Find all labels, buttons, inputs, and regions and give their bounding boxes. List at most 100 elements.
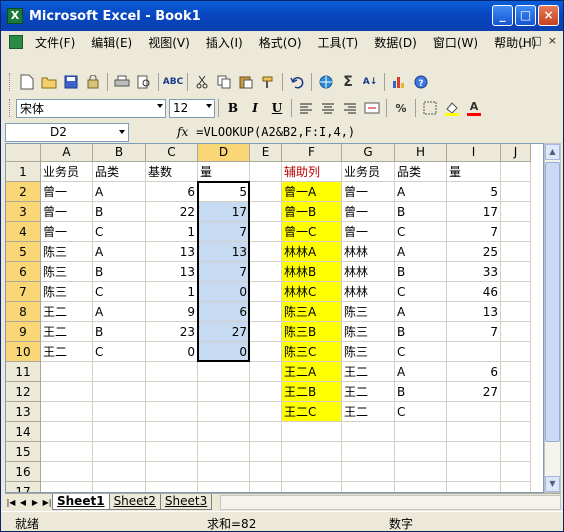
spelling-icon[interactable]: ABC <box>163 72 183 92</box>
cell-f16[interactable] <box>282 462 342 482</box>
menu-window[interactable]: 窗口(W) <box>425 34 486 51</box>
cell-i9[interactable]: 7 <box>447 322 501 342</box>
toolbar-grip[interactable] <box>9 99 12 117</box>
cell-d12[interactable] <box>198 382 250 402</box>
cell-d4[interactable]: 7 <box>198 222 250 242</box>
new-icon[interactable] <box>17 72 37 92</box>
cell-e4[interactable] <box>250 222 282 242</box>
cell-g4[interactable]: 曾一 <box>342 222 395 242</box>
scroll-up-button[interactable]: ▲ <box>545 144 560 160</box>
cell-d10[interactable]: 0 <box>198 342 250 362</box>
italic-button[interactable]: I <box>244 98 266 118</box>
column-header-a[interactable]: A <box>41 144 93 162</box>
cell-j5[interactable] <box>501 242 531 262</box>
row-header-1[interactable]: 1 <box>6 162 41 182</box>
cell-b13[interactable] <box>93 402 146 422</box>
doc-minimize-button[interactable]: _ <box>520 34 526 47</box>
row-header-2[interactable]: 2 <box>6 182 41 202</box>
menu-edit[interactable]: 编辑(E) <box>83 34 140 51</box>
cell-d17[interactable] <box>198 482 250 492</box>
tab-sheet1[interactable]: Sheet1 <box>52 494 110 510</box>
cell-d2[interactable]: 5 <box>198 182 250 202</box>
menu-view[interactable]: 视图(V) <box>140 34 198 51</box>
cell-a8[interactable]: 王二 <box>41 302 93 322</box>
cell-j14[interactable] <box>501 422 531 442</box>
cell-j17[interactable] <box>501 482 531 492</box>
cell-e16[interactable] <box>250 462 282 482</box>
underline-button[interactable]: U <box>266 98 288 118</box>
scroll-down-button[interactable]: ▼ <box>545 476 560 492</box>
cell-h8[interactable]: A <box>395 302 447 322</box>
cell-h1[interactable]: 品类 <box>395 162 447 182</box>
cell-f8[interactable]: 陈三A <box>282 302 342 322</box>
row-header-9[interactable]: 9 <box>6 322 41 342</box>
cell-e10[interactable] <box>250 342 282 362</box>
cell-h2[interactable]: A <box>395 182 447 202</box>
cell-a12[interactable] <box>41 382 93 402</box>
cell-e15[interactable] <box>250 442 282 462</box>
cell-e12[interactable] <box>250 382 282 402</box>
vertical-scrollbar[interactable]: ▲ ▼ <box>544 143 561 493</box>
cell-c1[interactable]: 基数 <box>146 162 198 182</box>
cell-f10[interactable]: 陈三C <box>282 342 342 362</box>
cell-j11[interactable] <box>501 362 531 382</box>
merge-center-icon[interactable] <box>362 98 382 118</box>
cell-i4[interactable]: 7 <box>447 222 501 242</box>
cell-d7[interactable]: 0 <box>198 282 250 302</box>
cell-j9[interactable] <box>501 322 531 342</box>
cell-g9[interactable]: 陈三 <box>342 322 395 342</box>
column-header-i[interactable]: I <box>447 144 501 162</box>
cell-d9[interactable]: 27 <box>198 322 250 342</box>
cell-i5[interactable]: 25 <box>447 242 501 262</box>
cell-j13[interactable] <box>501 402 531 422</box>
cell-d5[interactable]: 13 <box>198 242 250 262</box>
save-icon[interactable] <box>61 72 81 92</box>
help-icon[interactable]: ? <box>411 72 431 92</box>
row-header-17[interactable]: 17 <box>6 482 41 492</box>
column-header-f[interactable]: F <box>282 144 342 162</box>
cell-a15[interactable] <box>41 442 93 462</box>
cell-c7[interactable]: 1 <box>146 282 198 302</box>
cell-d14[interactable] <box>198 422 250 442</box>
cell-h5[interactable]: A <box>395 242 447 262</box>
cell-h4[interactable]: C <box>395 222 447 242</box>
cell-e7[interactable] <box>250 282 282 302</box>
cell-f15[interactable] <box>282 442 342 462</box>
row-header-16[interactable]: 16 <box>6 462 41 482</box>
cell-c5[interactable]: 13 <box>146 242 198 262</box>
workbook-icon[interactable] <box>9 35 23 49</box>
cell-j10[interactable] <box>501 342 531 362</box>
cell-g5[interactable]: 林林 <box>342 242 395 262</box>
cell-a7[interactable]: 陈三 <box>41 282 93 302</box>
cell-j2[interactable] <box>501 182 531 202</box>
row-header-13[interactable]: 13 <box>6 402 41 422</box>
cell-j7[interactable] <box>501 282 531 302</box>
cell-g2[interactable]: 曾一 <box>342 182 395 202</box>
cell-h13[interactable]: C <box>395 402 447 422</box>
column-header-c[interactable]: C <box>146 144 198 162</box>
sort-icon[interactable]: A↓ <box>360 72 380 92</box>
cell-e14[interactable] <box>250 422 282 442</box>
cell-i2[interactable]: 5 <box>447 182 501 202</box>
font-size-select[interactable]: 12 <box>169 98 215 118</box>
cell-b17[interactable] <box>93 482 146 492</box>
cell-g3[interactable]: 曾一 <box>342 202 395 222</box>
bold-button[interactable]: B <box>222 98 244 118</box>
close-button[interactable]: × <box>538 5 559 26</box>
minimize-button[interactable]: _ <box>492 5 513 26</box>
cell-j12[interactable] <box>501 382 531 402</box>
column-header-d[interactable]: D <box>198 144 250 162</box>
cell-d8[interactable]: 6 <box>198 302 250 322</box>
toolbar-grip[interactable] <box>9 73 12 91</box>
column-header-e[interactable]: E <box>250 144 282 162</box>
cell-i16[interactable] <box>447 462 501 482</box>
cell-d16[interactable] <box>198 462 250 482</box>
cell-i6[interactable]: 33 <box>447 262 501 282</box>
cell-f4[interactable]: 曾一C <box>282 222 342 242</box>
cell-b16[interactable] <box>93 462 146 482</box>
cell-e1[interactable] <box>250 162 282 182</box>
cell-j4[interactable] <box>501 222 531 242</box>
row-header-6[interactable]: 6 <box>6 262 41 282</box>
cell-i12[interactable]: 27 <box>447 382 501 402</box>
cell-a11[interactable] <box>41 362 93 382</box>
